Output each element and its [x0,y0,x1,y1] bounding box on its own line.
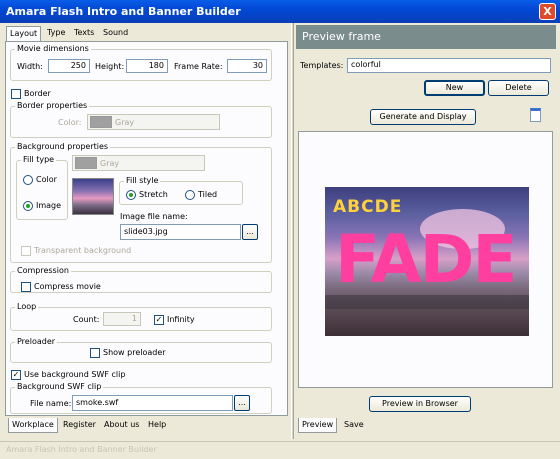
background-color-select[interactable]: Gray [72,155,205,171]
swf-file-label: File name: [30,399,72,408]
preview-header-title: Preview frame [302,30,381,43]
show-preloader-label: Show preloader [103,348,166,357]
background-color-swatch [75,157,97,169]
tab-register-label: Register [63,420,96,429]
tab-sound-label: Sound [103,28,129,37]
preview-header: Preview frame [296,25,556,49]
show-preloader-checkbox[interactable] [90,348,100,358]
banner-letters-top: ABCDE [333,197,403,217]
tab-save-label: Save [344,420,364,429]
status-bar: Amara Flash Intro and Banner Builder [0,441,560,459]
count-label: Count: [73,315,100,324]
border-color-select[interactable]: Gray [87,114,220,130]
preview-in-browser-label: Preview in Browser [382,399,458,408]
height-label: Height: [95,62,125,71]
status-text: Amara Flash Intro and Banner Builder [6,445,157,454]
tab-sound[interactable]: Sound [100,26,131,41]
panel-splitter[interactable] [291,23,294,439]
tab-layout[interactable]: Layout [6,26,42,42]
tab-save[interactable]: Save [341,418,367,433]
tab-about-us-label: About us [104,420,140,429]
tab-type[interactable]: Type [44,26,68,41]
pier-silhouette [325,295,529,309]
height-input[interactable]: 180 [126,59,168,73]
close-window-button[interactable]: X [539,3,556,20]
border-color-label: Color: [58,118,82,127]
new-button[interactable]: New [424,80,485,96]
generate-display-button[interactable]: Generate and Display [370,109,476,125]
tab-register[interactable]: Register [60,418,99,433]
tab-workplace[interactable]: Workplace [8,418,58,433]
transparent-checkbox[interactable] [21,246,31,256]
image-browse-button[interactable]: ... [242,224,258,240]
templates-input[interactable]: colorful [347,58,551,73]
delete-button[interactable]: Delete [488,80,549,96]
compression-label: Compression [15,266,71,276]
framerate-input[interactable]: 30 [227,59,267,73]
tab-preview-label: Preview [302,420,334,429]
infinity-checkbox[interactable]: ✓ [154,315,164,325]
tab-help-label: Help [148,420,167,429]
ellipsis-icon: ... [238,398,246,407]
tab-help[interactable]: Help [145,418,169,433]
tab-texts-label: Texts [74,28,95,37]
fill-color-label: Color [36,175,57,184]
background-image-thumbnail [72,178,114,215]
stretch-radio[interactable] [126,190,136,200]
fill-type-label: Fill type [21,155,57,165]
tiled-label: Tiled [198,190,218,199]
loop-group [10,307,272,331]
infinity-label: Infinity [167,315,195,324]
border-checkbox[interactable] [11,89,21,99]
banner-preview-image: ABCDE FADE [325,187,529,336]
compress-checkbox[interactable] [21,282,31,292]
templates-label: Templates: [300,61,344,70]
border-label: Border [24,89,51,98]
stretch-label: Stretch [139,190,168,199]
tab-about-us[interactable]: About us [101,418,142,433]
fill-image-radio[interactable] [23,201,33,211]
tab-type-label: Type [47,28,66,37]
width-input[interactable]: 250 [48,59,90,73]
new-button-label: New [445,83,464,92]
use-swf-checkbox[interactable]: ✓ [11,370,21,380]
tab-workplace-label: Workplace [12,420,54,429]
framerate-label: Frame Rate: [174,62,223,71]
tab-preview[interactable]: Preview [298,418,338,433]
compress-label: Compress movie [34,282,101,291]
banner-letters-big: FADE [335,221,517,298]
count-input[interactable]: 1 [103,312,141,326]
loop-label: Loop [15,302,39,312]
fill-type-group [16,160,68,220]
movie-dimensions-label: Movie dimensions [15,44,91,54]
background-properties-label: Background properties [15,142,111,152]
fill-image-label: Image [36,201,62,210]
close-icon: X [543,5,552,18]
image-file-input[interactable]: slide03.jpg [120,224,241,240]
border-properties-label: Border properties [15,101,90,111]
tiled-radio[interactable] [185,190,195,200]
fill-color-radio[interactable] [23,175,33,185]
swf-file-input[interactable]: smoke.swf [72,395,233,411]
swf-browse-button[interactable]: ... [234,395,250,411]
window-title-bar: Amara Flash Intro and Banner Builder [0,0,560,23]
width-label: Width: [17,62,43,71]
window-title: Amara Flash Intro and Banner Builder [6,5,241,18]
tab-layout-label: Layout [10,29,38,38]
preview-in-browser-button[interactable]: Preview in Browser [369,396,471,412]
generate-display-label: Generate and Display [379,112,467,121]
ellipsis-icon: ... [246,227,254,236]
document-icon[interactable] [530,108,541,122]
delete-button-label: Delete [505,83,532,92]
transparent-label: Transparent background [34,246,132,255]
tab-texts[interactable]: Texts [71,26,97,41]
border-color-swatch [90,116,112,128]
swf-clip-label: Background SWF clip [15,382,104,392]
border-color-value: Gray [115,118,135,127]
background-color-value: Gray [100,159,120,168]
preloader-label: Preloader [15,337,58,347]
fill-style-label: Fill style [124,176,161,186]
use-swf-label: Use background SWF clip [24,370,126,379]
image-file-label: Image file name: [120,212,188,221]
